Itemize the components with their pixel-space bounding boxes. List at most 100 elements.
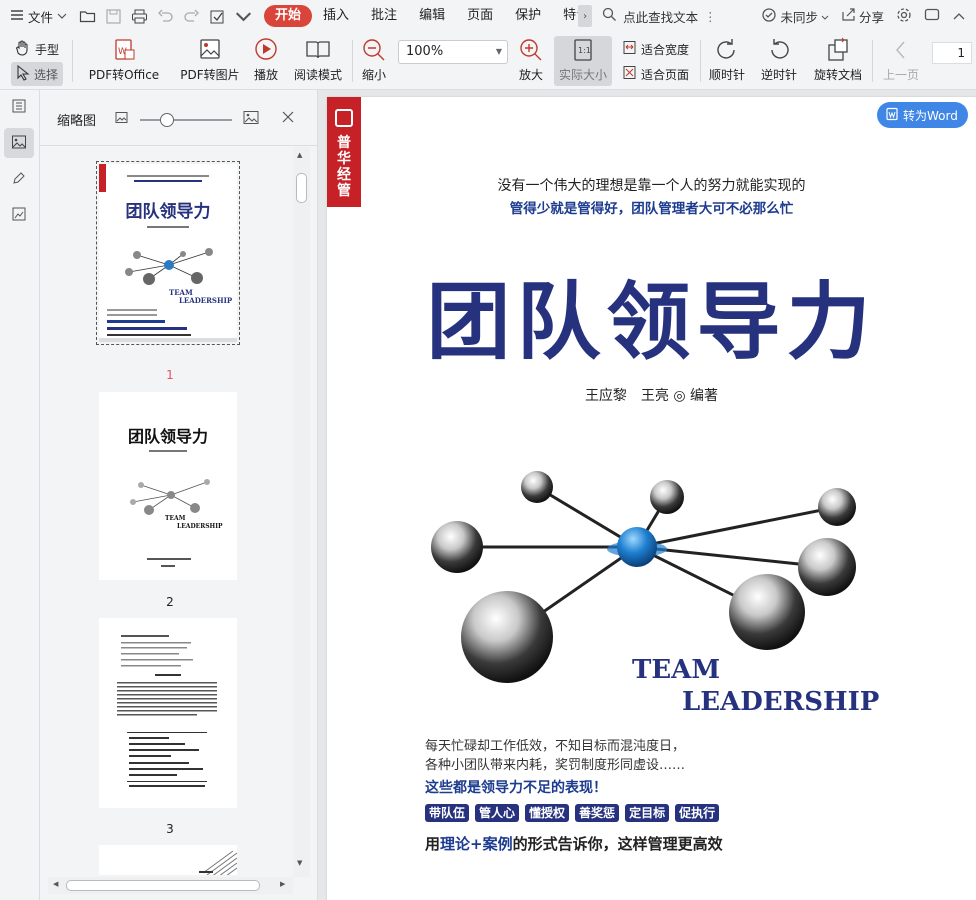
outline-button[interactable] (4, 92, 34, 122)
tab-edit[interactable]: 编辑 (408, 5, 456, 27)
message-icon[interactable] (924, 7, 940, 26)
image-extract-button[interactable] (4, 200, 34, 230)
scrollbar-thumb[interactable] (296, 173, 307, 203)
file-menu[interactable]: 文件 (0, 0, 67, 32)
rotate-document-button[interactable]: 旋转文档 (810, 37, 866, 83)
large-image-icon[interactable] (243, 110, 259, 128)
scroll-left-arrow-icon[interactable]: ◀ (53, 880, 58, 888)
close-icon[interactable] (282, 111, 294, 126)
bottom-line-plus: + (470, 835, 483, 853)
annotation-button[interactable] (4, 164, 34, 194)
divider (72, 40, 73, 82)
bottom-line-theory: 理论 (440, 835, 471, 853)
tab-annotate[interactable]: 批注 (360, 5, 408, 27)
cover-blurb-line-2: 各种小团队带来内耗，奖罚制度形同虚设…… (425, 758, 686, 773)
play-button[interactable]: 播放 (248, 37, 284, 83)
thumbnail-size-slider[interactable] (140, 119, 232, 121)
slider-handle[interactable] (160, 113, 174, 127)
export-icon[interactable] (209, 8, 226, 25)
tab-start[interactable]: 开始 (264, 5, 313, 27)
search-box[interactable]: 点此查找文本 ⋮ (602, 7, 717, 26)
svg-text:LEADERSHIP: LEADERSHIP (179, 296, 233, 305)
settings-gear-icon[interactable] (896, 7, 912, 26)
cover-keyword-chips: 带队伍 管人心 懂授权 善奖惩 定目标 促执行 (425, 804, 720, 822)
more-vertical-icon[interactable]: ⋮ (704, 9, 717, 24)
document-viewport[interactable]: 普华经管 转为Word 没有一个伟大的理想是靠一个人的努力就能实现的 管得少就是… (318, 90, 976, 900)
zoom-level-select[interactable]: 100% ▼ (398, 40, 508, 64)
scroll-right-arrow-icon[interactable]: ▶ (280, 880, 285, 888)
word-convert-icon (885, 107, 899, 124)
collapse-ribbon-icon[interactable] (952, 9, 966, 24)
page-thumbnail-3[interactable] (99, 618, 237, 808)
tab-page[interactable]: 页面 (456, 5, 504, 27)
zoom-level-value: 100% (406, 44, 444, 59)
undo-icon[interactable] (157, 8, 174, 25)
scrollbar-thumb[interactable] (66, 880, 260, 891)
hand-tool-button[interactable]: 手型 (14, 39, 59, 59)
read-mode-button[interactable]: 阅读模式 (290, 37, 346, 83)
pdf-to-office-button[interactable]: W PDF转Office (84, 37, 164, 83)
page-number-input[interactable]: 1 (932, 42, 972, 64)
svg-text:TEAM: TEAM (165, 515, 186, 522)
rotate-clockwise-button[interactable]: 顺时针 (706, 37, 748, 83)
scroll-down-arrow-icon[interactable]: ▼ (297, 859, 302, 867)
tab-features[interactable]: 特色 (552, 5, 578, 27)
cursor-arrow-icon (16, 64, 30, 84)
tab-insert[interactable]: 插入 (312, 5, 360, 27)
previous-page-button[interactable]: 上一页 (880, 37, 922, 83)
sync-label: 未同步 (780, 9, 818, 25)
actual-size-button[interactable]: 1:1 实际大小 (554, 37, 612, 83)
save-icon[interactable] (105, 8, 122, 25)
svg-text:1:1: 1:1 (578, 46, 591, 55)
print-icon[interactable] (131, 8, 148, 25)
zoom-in-button[interactable]: 放大 (514, 37, 548, 83)
fit-width-button[interactable]: 适合宽度 (622, 40, 689, 58)
fit-width-icon (622, 40, 637, 58)
thumbnail-vertical-scrollbar[interactable]: ▲ ▼ (293, 147, 310, 877)
ribbon-toolbar: 手型 选择 W PDF转Office PDF转图片 播放 阅读模式 缩小 100… (0, 32, 976, 90)
bottom-line-case: 案例 (482, 835, 513, 853)
redo-icon[interactable] (183, 8, 200, 25)
select-tool-label: 选择 (34, 67, 59, 82)
cover-title: 团队领导力 (426, 272, 877, 371)
scroll-up-arrow-icon[interactable]: ▲ (297, 151, 302, 159)
keyword-chip: 定目标 (625, 804, 670, 822)
svg-text:LEADERSHIP: LEADERSHIP (177, 523, 223, 530)
cover-bottom-line: 用理论+案例的形式告诉你，这样管理更高效 (425, 833, 723, 854)
chevron-down-icon[interactable] (235, 8, 252, 25)
cover-blurb: 每天忙碌却工作低效，不知目标而混沌度日， 各种小团队带来内耗，奖罚制度形同虚设…… (425, 737, 685, 775)
rotate-counterclockwise-button[interactable]: 逆时针 (758, 37, 800, 83)
publisher-logo-icon (335, 109, 353, 127)
open-folder-icon[interactable] (79, 8, 96, 25)
select-tool-button[interactable]: 选择 (11, 62, 64, 86)
fit-page-label: 适合页面 (641, 67, 690, 82)
zoom-out-label: 缩小 (361, 68, 386, 82)
search-icon (602, 7, 617, 25)
fit-page-button[interactable]: 适合页面 (622, 65, 689, 83)
convert-to-word-button[interactable]: 转为Word (877, 102, 968, 128)
page-thumbnail-1[interactable]: 团队领导力 TEAM LEADERSHIP (96, 161, 240, 345)
pdf-to-image-label: PDF转图片 (180, 68, 240, 82)
file-menu-label: 文件 (28, 9, 54, 25)
more-tabs-chevron-icon[interactable]: › (578, 5, 593, 27)
chevron-down-icon (57, 9, 67, 23)
page-4-preview (99, 845, 238, 875)
sync-status[interactable]: 未同步 (761, 7, 829, 26)
document-page: 普华经管 转为Word 没有一个伟大的理想是靠一个人的努力就能实现的 管得少就是… (327, 97, 976, 900)
thumbnail-horizontal-scrollbar[interactable]: ◀ ▶ (48, 877, 293, 894)
share-button[interactable]: 分享 (841, 7, 884, 26)
divider (352, 40, 353, 82)
read-mode-label: 阅读模式 (293, 68, 342, 82)
pdf-to-image-button[interactable]: PDF转图片 (176, 37, 244, 83)
search-label: 点此查找文本 (623, 9, 699, 25)
page-thumbnail-2[interactable]: 团队领导力 TEAM LEADERSHIP (99, 392, 237, 580)
cover-blurb-line-1: 每天忙碌却工作低效，不知目标而混沌度日， (425, 739, 686, 754)
cover-highlight: 这些都是领导力不足的表现！ (425, 780, 607, 796)
small-image-icon[interactable] (115, 111, 128, 127)
tab-protect[interactable]: 保护 (504, 5, 552, 27)
zoom-out-button[interactable]: 缩小 (358, 37, 390, 83)
thumbnail-button[interactable] (4, 128, 34, 158)
page-number-3: 3 (166, 822, 174, 836)
book-icon (305, 37, 331, 63)
page-thumbnail-4[interactable] (99, 845, 238, 875)
